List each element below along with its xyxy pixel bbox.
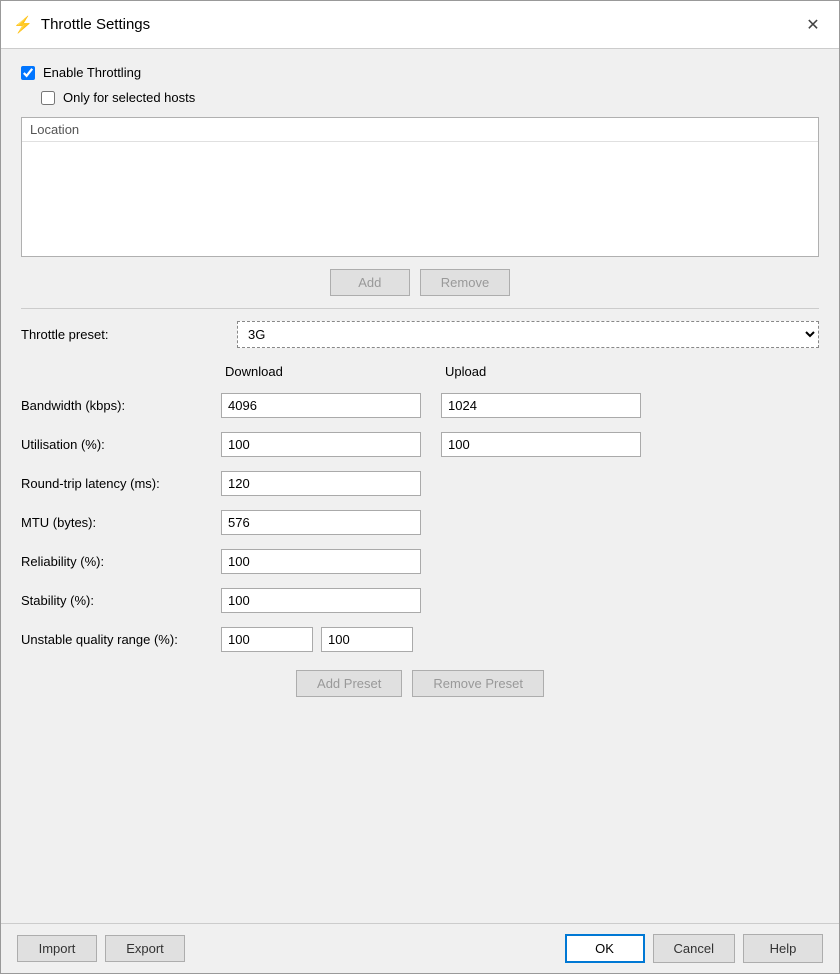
preset-buttons: Add Preset Remove Preset xyxy=(21,670,819,697)
utilisation-label: Utilisation (%): xyxy=(21,437,221,452)
close-button[interactable]: ✕ xyxy=(799,11,827,39)
unstable-quality-label: Unstable quality range (%): xyxy=(21,632,221,647)
title-bar: ⚡ Throttle Settings ✕ xyxy=(1,1,839,49)
ok-button[interactable]: OK xyxy=(565,934,645,963)
unstable-quality-val2-input[interactable] xyxy=(321,627,413,652)
reliability-label: Reliability (%): xyxy=(21,554,221,569)
latency-download-input[interactable] xyxy=(221,471,421,496)
throttle-settings-dialog: ⚡ Throttle Settings ✕ Enable Throttling … xyxy=(0,0,840,974)
location-column-header: Location xyxy=(22,118,818,142)
latency-label: Round-trip latency (ms): xyxy=(21,476,221,491)
stability-download-input[interactable] xyxy=(221,588,421,613)
add-button[interactable]: Add xyxy=(330,269,410,296)
preset-select[interactable]: 3G Custom 1G 100M 10M DSL 2G 56K xyxy=(237,321,819,348)
unstable-quality-row: Unstable quality range (%): xyxy=(21,627,819,652)
reliability-download-input[interactable] xyxy=(221,549,421,574)
enable-throttling-label[interactable]: Enable Throttling xyxy=(43,65,141,80)
bandwidth-row: Bandwidth (kbps): xyxy=(21,393,819,418)
bandwidth-upload-input[interactable] xyxy=(441,393,641,418)
only-selected-hosts-row: Only for selected hosts xyxy=(41,90,819,105)
utilisation-row: Utilisation (%): xyxy=(21,432,819,457)
mtu-label: MTU (bytes): xyxy=(21,515,221,530)
cancel-button[interactable]: Cancel xyxy=(653,934,735,963)
remove-preset-button[interactable]: Remove Preset xyxy=(412,670,544,697)
bandwidth-download-input[interactable] xyxy=(221,393,421,418)
utilisation-upload-input[interactable] xyxy=(441,432,641,457)
download-col-header: Download xyxy=(221,364,441,379)
enable-throttling-row: Enable Throttling xyxy=(21,65,819,80)
help-button[interactable]: Help xyxy=(743,934,823,963)
unstable-quality-inputs xyxy=(221,627,441,652)
title-left: ⚡ Throttle Settings xyxy=(13,15,150,35)
latency-row: Round-trip latency (ms): xyxy=(21,471,819,496)
enable-throttling-checkbox[interactable] xyxy=(21,66,35,80)
utilisation-download-input[interactable] xyxy=(221,432,421,457)
preset-label: Throttle preset: xyxy=(21,327,221,342)
add-preset-button[interactable]: Add Preset xyxy=(296,670,402,697)
reliability-row: Reliability (%): xyxy=(21,549,819,574)
mtu-row: MTU (bytes): xyxy=(21,510,819,535)
bandwidth-label: Bandwidth (kbps): xyxy=(21,398,221,413)
preset-row: Throttle preset: 3G Custom 1G 100M 10M D… xyxy=(21,321,819,348)
dialog-footer: Import Export OK Cancel Help xyxy=(1,923,839,973)
column-headers: Download Upload xyxy=(21,364,819,379)
footer-left: Import Export xyxy=(17,935,185,962)
export-button[interactable]: Export xyxy=(105,935,185,962)
stability-row: Stability (%): xyxy=(21,588,819,613)
footer-right: OK Cancel Help xyxy=(565,934,823,963)
hosts-table-container[interactable]: Location xyxy=(21,117,819,257)
form-section: Throttle preset: 3G Custom 1G 100M 10M D… xyxy=(21,321,819,656)
only-selected-hosts-label[interactable]: Only for selected hosts xyxy=(63,90,195,105)
dialog-title: Throttle Settings xyxy=(41,16,150,33)
remove-button[interactable]: Remove xyxy=(420,269,510,296)
stability-label: Stability (%): xyxy=(21,593,221,608)
dialog-content: Enable Throttling Only for selected host… xyxy=(1,49,839,923)
mtu-download-input[interactable] xyxy=(221,510,421,535)
divider xyxy=(21,308,819,309)
hosts-table: Location xyxy=(22,118,818,142)
only-selected-hosts-checkbox[interactable] xyxy=(41,91,55,105)
table-buttons: Add Remove xyxy=(21,269,819,296)
unstable-quality-val1-input[interactable] xyxy=(221,627,313,652)
import-button[interactable]: Import xyxy=(17,935,97,962)
upload-col-header: Upload xyxy=(441,364,661,379)
dialog-icon: ⚡ xyxy=(13,15,33,35)
empty-col-header xyxy=(21,364,221,379)
